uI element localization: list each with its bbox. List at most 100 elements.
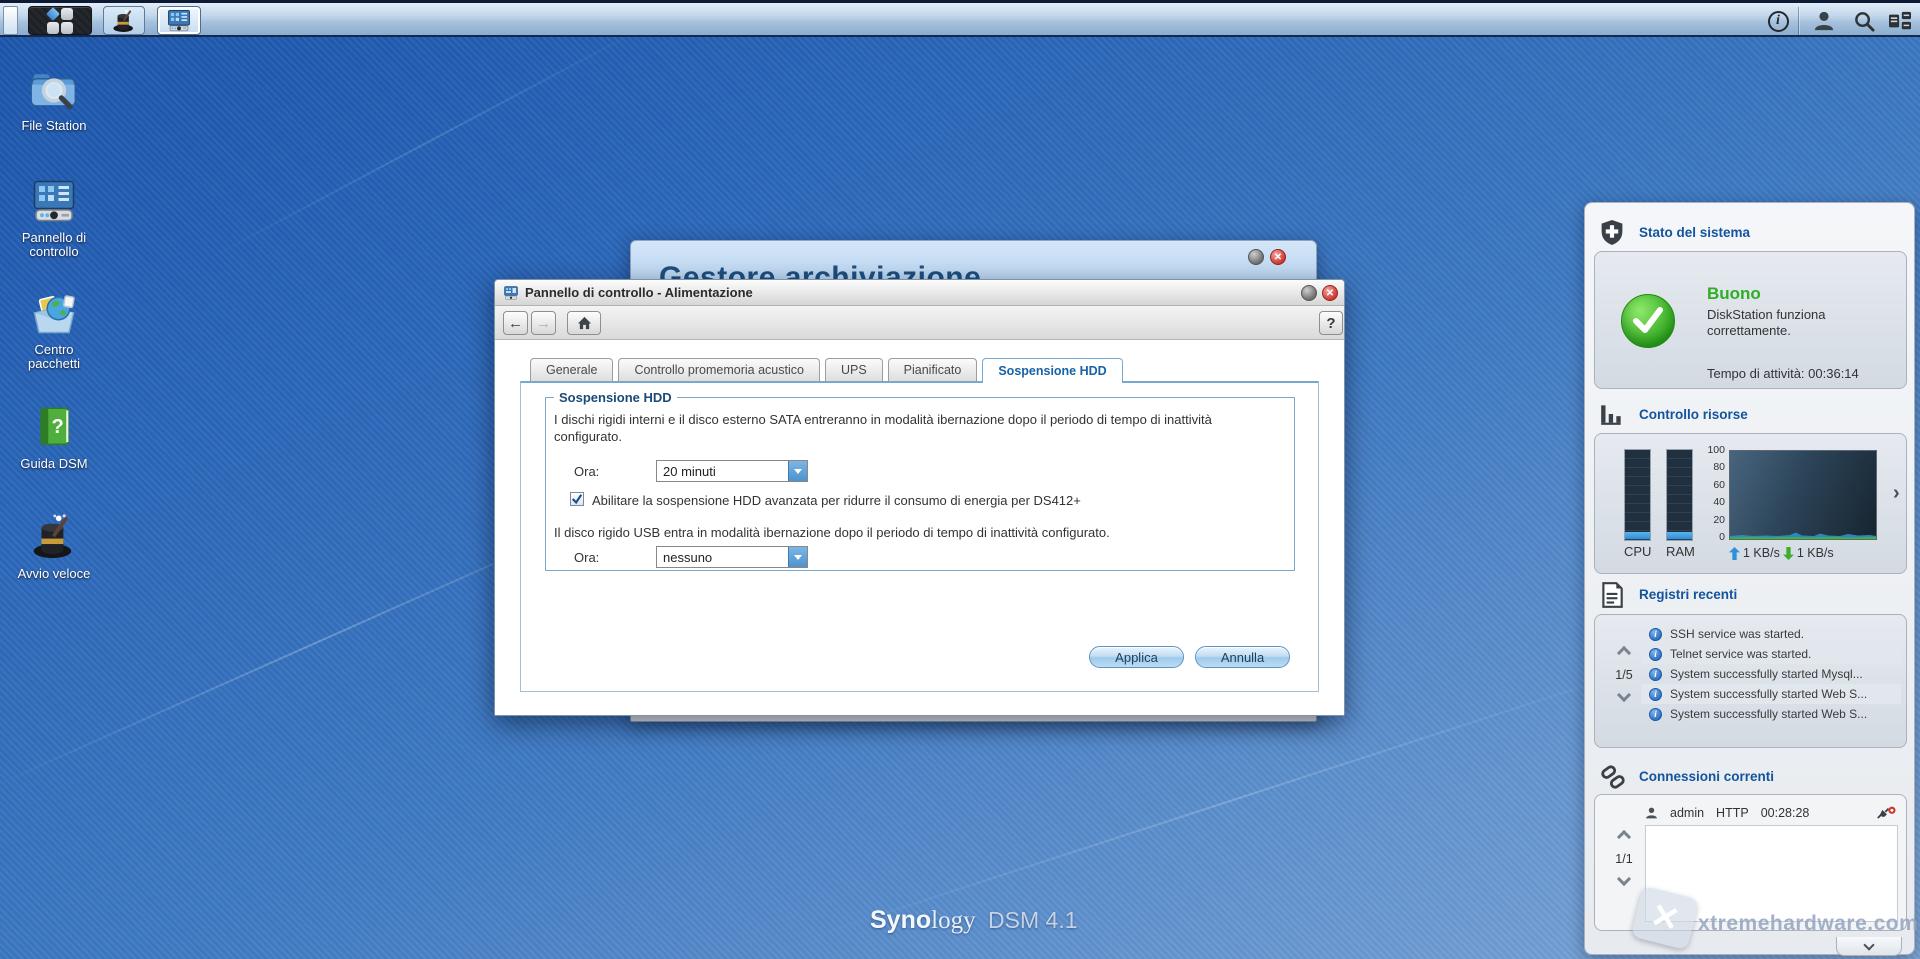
- recent-logs-header: Registri recenti: [1585, 581, 1914, 611]
- disconnect-icon[interactable]: [1876, 806, 1896, 820]
- desktop-icon-control-panel[interactable]: Pannello di controllo: [8, 176, 100, 260]
- pager-down-chevron[interactable]: [1616, 687, 1632, 703]
- chevron-down-icon: [1863, 938, 1875, 951]
- checkmark-icon: [571, 494, 583, 505]
- back-button[interactable]: ←: [503, 311, 528, 335]
- resource-monitor-card[interactable]: CPU RAM 100 80 60 40 20 0 1 KB/s 1 KB/s …: [1594, 433, 1907, 574]
- forward-button[interactable]: →: [531, 311, 556, 335]
- user-button[interactable]: [1812, 9, 1836, 33]
- apply-button[interactable]: Applica: [1089, 646, 1184, 668]
- system-status-card: Buono DiskStation funziona correttamente…: [1594, 251, 1907, 389]
- collapse-panel-tab[interactable]: [1836, 937, 1902, 956]
- network-rates: 1 KB/s 1 KB/s: [1729, 546, 1834, 560]
- shield-icon: [1599, 219, 1625, 251]
- light-streak: [208, 22, 652, 260]
- time-label: Ora:: [574, 464, 600, 479]
- log-row[interactable]: i System successfully started Web S...: [1641, 684, 1901, 704]
- home-button[interactable]: [567, 311, 601, 335]
- upload-rate: 1 KB/s: [1743, 546, 1780, 560]
- widget-title: Registri recenti: [1639, 587, 1738, 602]
- control-panel-icon: [168, 9, 190, 31]
- minimize-button[interactable]: [1248, 249, 1264, 265]
- desktop-icon-quick-start[interactable]: Avvio veloce: [8, 512, 100, 581]
- current-connections-header: Connessioni correnti: [1585, 763, 1914, 793]
- desktop-icon-dsm-help[interactable]: ? Guida DSM: [8, 402, 100, 471]
- pager-down-chevron[interactable]: [1616, 871, 1632, 887]
- magic-hat-icon: [113, 8, 133, 32]
- user-icon: [1646, 807, 1657, 819]
- logs-pager: 1/5: [1607, 645, 1641, 705]
- expand-resource-chevron[interactable]: ›: [1893, 482, 1900, 505]
- info-button[interactable]: i: [1766, 9, 1790, 33]
- log-document-icon: [1599, 581, 1625, 614]
- dialog-toolbar: ← → ?: [495, 306, 1344, 340]
- user-icon: [1814, 11, 1834, 31]
- dropdown-value: 20 minuti: [663, 464, 716, 479]
- taskbar-control-panel-button[interactable]: [157, 6, 201, 35]
- tab-controllo-promemoria-acustico[interactable]: Controllo promemoria acustico: [618, 358, 820, 381]
- status-ok-icon: [1621, 294, 1675, 348]
- advanced-hdd-checkbox[interactable]: [570, 492, 584, 506]
- info-icon: i: [1767, 10, 1789, 32]
- show-desktop-button[interactable]: [3, 6, 18, 35]
- widget-panel: Stato del sistema Buono DiskStation funz…: [1584, 202, 1915, 956]
- synology-logo-light: logy: [931, 907, 976, 934]
- pilot-view-button[interactable]: [1888, 9, 1912, 33]
- info-icon: i: [1649, 687, 1662, 701]
- tab-generale[interactable]: Generale: [530, 358, 614, 381]
- dialog-titlebar[interactable]: Pannello di controllo - Alimentazione ✕: [495, 280, 1344, 306]
- connection-row[interactable]: admin HTTP 00:28:28: [1645, 803, 1896, 823]
- network-traffic-chart: [1729, 450, 1877, 540]
- search-button[interactable]: [1852, 9, 1876, 33]
- upload-arrow-icon: [1729, 546, 1740, 560]
- connections-pager: 1/1: [1607, 829, 1641, 889]
- tab-ups[interactable]: UPS: [824, 358, 883, 381]
- internal-disk-description: I dischi rigidi interni e il disco ester…: [554, 412, 1212, 444]
- pilot-view-icon: [1889, 11, 1911, 30]
- tab-sospensione-hdd[interactable]: Sospensione HDD: [982, 358, 1123, 383]
- ram-label: RAM: [1666, 544, 1695, 559]
- desktop-icon-package-center[interactable]: Centro pacchetti: [8, 288, 100, 372]
- tab-pianificato[interactable]: Pianificato: [887, 358, 978, 381]
- download-arrow-icon: [1782, 546, 1794, 560]
- desktop-icon-label: Pannello di controllo: [21, 230, 87, 260]
- svg-text:?: ?: [51, 416, 63, 438]
- control-panel-icon: [33, 180, 75, 222]
- usb-disk-description: Il disco rigido USB entra in modalità ib…: [554, 525, 1110, 540]
- help-button[interactable]: ?: [1319, 311, 1343, 335]
- main-menu-button[interactable]: [28, 6, 92, 35]
- minimize-button[interactable]: [1301, 285, 1317, 301]
- tab-panel: Sospensione HDD I dischi rigidi interni …: [520, 381, 1319, 692]
- advanced-hdd-checkbox-label: Abilitare la sospensione HDD avanzata pe…: [592, 493, 1081, 508]
- connection-user: admin: [1670, 806, 1705, 820]
- desktop-icon-file-station[interactable]: File Station: [8, 64, 100, 133]
- desktop-icon-label: Centro pacchetti: [27, 342, 81, 372]
- bar-chart-icon: [1599, 401, 1625, 432]
- package-center-icon: [33, 295, 75, 334]
- download-rate: 1 KB/s: [1796, 546, 1834, 560]
- widget-title: Stato del sistema: [1639, 225, 1751, 240]
- log-row[interactable]: i SSH service was started.: [1641, 624, 1901, 644]
- control-panel-dialog: Pannello di controllo - Alimentazione ✕ …: [494, 279, 1345, 716]
- info-icon: i: [1649, 627, 1662, 641]
- usb-hibernation-dropdown[interactable]: nessuno: [656, 546, 808, 568]
- internal-hibernation-dropdown[interactable]: 20 minuti: [656, 460, 808, 482]
- taskbar-quickstart-button[interactable]: [103, 6, 145, 35]
- network-chart-axis: 100 80 60 40 20 0: [1707, 444, 1725, 543]
- main-menu-icon: [46, 6, 73, 34]
- close-button[interactable]: ✕: [1270, 249, 1286, 265]
- close-button[interactable]: ✕: [1322, 285, 1338, 301]
- pager-position: 1/5: [1615, 668, 1633, 682]
- log-row[interactable]: i System successfully started Mysql...: [1641, 664, 1901, 684]
- status-value: Buono: [1707, 284, 1761, 303]
- chevron-down-icon: [788, 461, 807, 481]
- log-row[interactable]: i Telnet service was started.: [1641, 644, 1901, 664]
- pager-up-chevron[interactable]: [1616, 645, 1632, 661]
- taskbar-divider: [1798, 7, 1799, 35]
- synology-logo-bold: Syno: [870, 906, 932, 934]
- pager-up-chevron[interactable]: [1616, 829, 1632, 845]
- fieldset-legend: Sospensione HDD: [554, 390, 677, 405]
- log-row[interactable]: i System successfully started Web S...: [1641, 704, 1901, 724]
- ram-gauge: [1666, 449, 1693, 541]
- cancel-button[interactable]: Annulla: [1195, 646, 1290, 668]
